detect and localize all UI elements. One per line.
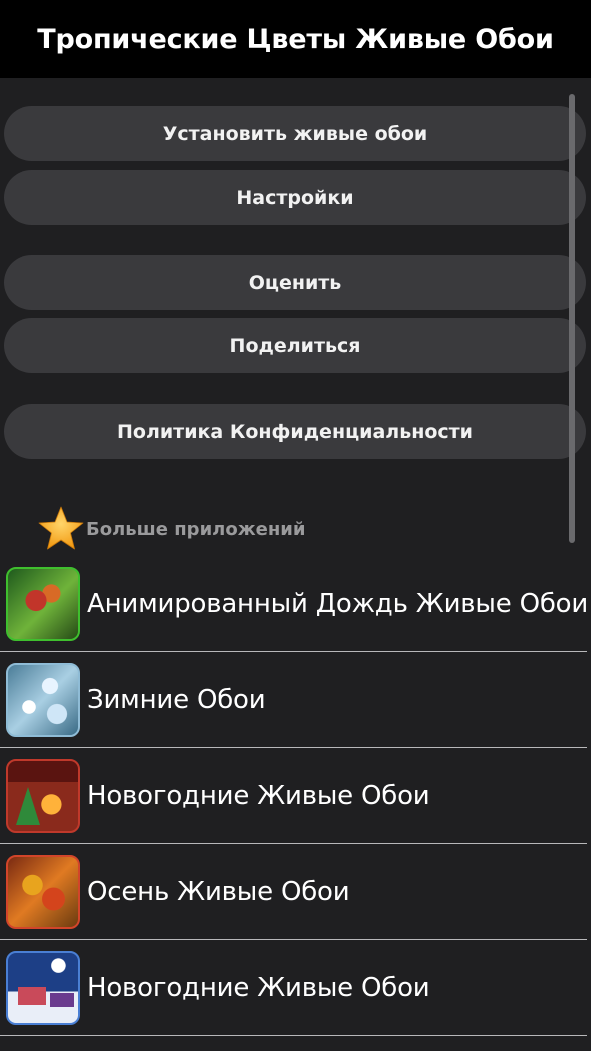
settings-button[interactable]: Настройки [4,170,586,225]
set-live-wallpaper-button[interactable]: Установить живые обои [4,106,586,161]
butterfly-rain-icon [6,567,80,641]
app-name: Новогодние Живые Обои [87,780,430,811]
app-name: Анимированный Дождь Живые Обои [87,589,589,619]
list-item-winter-app[interactable]: Зимние Обои [0,652,587,748]
star-icon [38,506,84,550]
more-apps-label: Больше приложений [86,518,306,540]
list-item-new-year-app[interactable]: Новогодние Живые Обои [0,748,587,844]
list-item-rain-app[interactable]: Анимированный Дождь Живые Обои [0,557,589,652]
christmas-fireplace-icon [6,758,80,833]
title-bar: Тропические Цветы Живые Обои [0,0,591,78]
app-name: Зимние Обои [87,684,266,715]
more-apps-list: Анимированный Дождь Живые Обои Зимние Об… [0,557,591,1036]
app-name: Новогодние Живые Обои [87,972,430,1003]
list-item-new-year-app-2[interactable]: Новогодние Живые Обои [0,940,587,1036]
share-button[interactable]: Поделиться [4,318,586,373]
more-apps-header: Больше приложений [36,504,306,554]
app-name: Осень Живые Обои [87,876,350,907]
autumn-leaves-icon [6,854,80,929]
christmas-village-icon [6,950,80,1025]
privacy-policy-button[interactable]: Политика Конфиденциальности [4,404,586,459]
winter-snow-icon [6,662,80,737]
rate-button[interactable]: Оценить [4,255,586,310]
list-item-autumn-app[interactable]: Осень Живые Обои [0,844,587,940]
scrollbar[interactable] [569,94,575,543]
page-title: Тропические Цветы Живые Обои [37,23,554,55]
